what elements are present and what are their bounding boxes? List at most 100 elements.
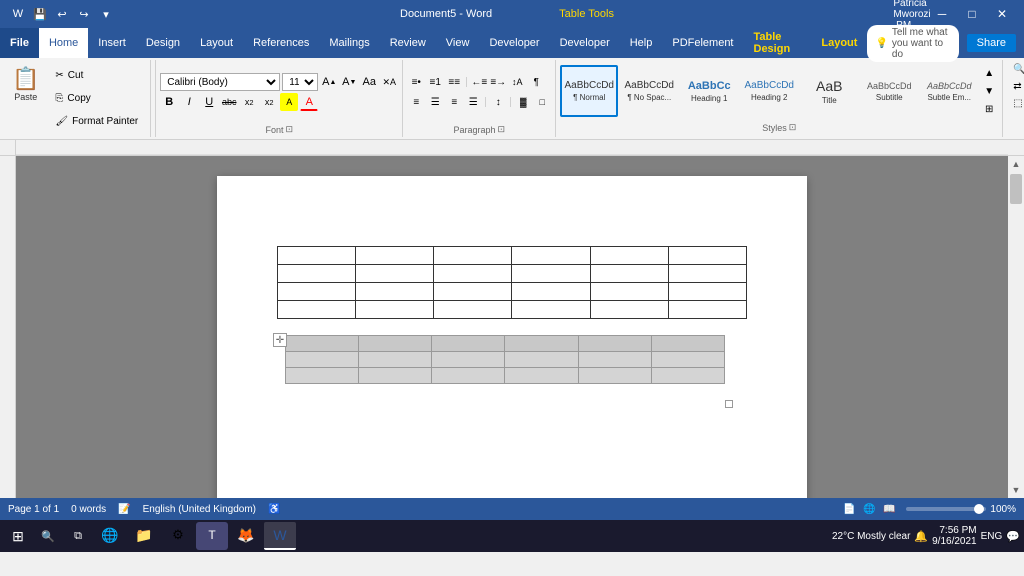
table-cell[interactable]	[432, 352, 505, 368]
menu-layout2[interactable]: Layout	[811, 28, 867, 58]
table-cell[interactable]	[668, 265, 746, 283]
bullets-button[interactable]: ≡•	[407, 73, 425, 91]
clear-format-button[interactable]: ✕A	[380, 73, 398, 91]
styles-down-button[interactable]: ▼	[980, 82, 998, 100]
align-left-button[interactable]: ≡	[407, 93, 425, 111]
style-subtitle[interactable]: AaBbCcDd Subtitle	[860, 65, 918, 117]
table-cell[interactable]	[434, 265, 512, 283]
paragraph-dialog-launcher[interactable]: ⊡	[497, 124, 505, 135]
taskbar-settings[interactable]: ⚙	[162, 522, 194, 550]
menu-layout[interactable]: Layout	[190, 28, 243, 58]
copy-button[interactable]: ⎘ Copy	[49, 91, 144, 106]
table-cell[interactable]	[668, 301, 746, 319]
menu-file[interactable]: File	[0, 28, 39, 58]
table-cell[interactable]	[512, 301, 590, 319]
style-heading1[interactable]: AaBbCc Heading 1	[680, 65, 738, 117]
table-cell[interactable]	[432, 336, 505, 352]
scroll-track[interactable]	[1008, 172, 1024, 482]
table-cell[interactable]	[359, 336, 432, 352]
table-cell[interactable]	[434, 247, 512, 265]
table-cell[interactable]	[434, 301, 512, 319]
taskbar-notification-icon[interactable]: 🔔	[914, 530, 928, 543]
menu-review[interactable]: Review	[380, 28, 436, 58]
underline-button[interactable]: U	[200, 93, 218, 111]
table-cell[interactable]	[590, 265, 668, 283]
cut-button[interactable]: ✂ Cut	[49, 68, 144, 83]
table-cell[interactable]	[359, 352, 432, 368]
scroll-up-button[interactable]: ▲	[1008, 156, 1024, 172]
increase-indent-button[interactable]: ≡→	[489, 73, 507, 91]
redo-button[interactable]: ↪	[74, 4, 94, 24]
table-cell[interactable]	[590, 283, 668, 301]
format-painter-button[interactable]: 🖌 Format Painter	[49, 114, 144, 129]
table-cell[interactable]	[278, 265, 356, 283]
menu-home[interactable]: Home	[39, 28, 88, 58]
menu-view[interactable]: View	[436, 28, 480, 58]
table-cell[interactable]	[505, 336, 578, 352]
borders-button[interactable]: □	[533, 93, 551, 111]
bold-button[interactable]: B	[160, 93, 178, 111]
table-cell[interactable]	[651, 368, 724, 384]
table1[interactable]	[277, 246, 747, 319]
superscript-button[interactable]: x2	[260, 93, 278, 111]
taskbar-edge[interactable]: 🌐	[94, 522, 126, 550]
show-hide-button[interactable]: ¶	[527, 73, 545, 91]
taskbar-explorer[interactable]: 📁	[128, 522, 160, 550]
table-cell[interactable]	[356, 283, 434, 301]
table-cell[interactable]	[278, 301, 356, 319]
start-button[interactable]: ⊞	[4, 522, 32, 550]
case-button[interactable]: Aa	[360, 73, 378, 91]
style-title[interactable]: AaB Title	[800, 65, 858, 117]
decrease-indent-button[interactable]: ←≡	[470, 73, 488, 91]
font-color-button[interactable]: A	[300, 93, 318, 111]
table-cell[interactable]	[590, 247, 668, 265]
table-cell[interactable]	[512, 247, 590, 265]
table-cell[interactable]	[356, 247, 434, 265]
menu-developer2[interactable]: Developer	[550, 28, 620, 58]
tell-me-box[interactable]: 💡 Tell me what you want to do	[867, 25, 958, 62]
print-layout-button[interactable]: 📄	[840, 500, 858, 518]
replace-button[interactable]: ⇄ Replace	[1007, 79, 1024, 94]
table-cell[interactable]	[651, 352, 724, 368]
styles-up-button[interactable]: ▲	[980, 64, 998, 82]
subscript-button[interactable]: x2	[240, 93, 258, 111]
scroll-thumb[interactable]	[1010, 174, 1022, 204]
table-cell[interactable]	[356, 265, 434, 283]
menu-references[interactable]: References	[243, 28, 319, 58]
undo-button[interactable]: ↩	[52, 4, 72, 24]
table-cell[interactable]	[578, 336, 651, 352]
menu-developer[interactable]: Developer	[479, 28, 549, 58]
accessibility-icon[interactable]: ♿	[268, 504, 280, 515]
align-right-button[interactable]: ≡	[445, 93, 463, 111]
table-cell[interactable]	[434, 283, 512, 301]
paste-button[interactable]: 📋 Paste	[4, 62, 47, 106]
table-resize-handle[interactable]	[725, 400, 733, 408]
language-indicator[interactable]: English (United Kingdom)	[143, 504, 256, 515]
style-heading2[interactable]: AaBbCcDd Heading 2	[740, 65, 798, 117]
font-dialog-launcher[interactable]: ⊡	[285, 124, 293, 135]
align-center-button[interactable]: ☰	[426, 93, 444, 111]
table-cell[interactable]	[286, 368, 359, 384]
taskbar-word[interactable]: W	[264, 522, 296, 550]
web-layout-button[interactable]: 🌐	[860, 500, 878, 518]
taskbar-teams[interactable]: T	[196, 522, 228, 550]
table-cell[interactable]	[286, 336, 359, 352]
customize-button[interactable]: ▾	[96, 4, 116, 24]
menu-insert[interactable]: Insert	[88, 28, 136, 58]
select-button[interactable]: ⬚ Select ▾	[1007, 96, 1024, 111]
numbering-button[interactable]: ≡1	[426, 73, 444, 91]
table-cell[interactable]	[359, 368, 432, 384]
shading-button[interactable]: ▓	[514, 93, 532, 111]
zoom-slider[interactable]	[906, 507, 986, 511]
style-subtle-em[interactable]: AaBbCcDd Subtle Em...	[920, 65, 978, 117]
shrink-font-button[interactable]: A▼	[340, 73, 358, 91]
table-cell[interactable]	[356, 301, 434, 319]
table-cell[interactable]	[512, 265, 590, 283]
line-spacing-button[interactable]: ↕	[489, 93, 507, 111]
table-move-handle[interactable]: ✛	[273, 333, 287, 347]
save-button[interactable]: 💾	[30, 4, 50, 24]
font-family-select[interactable]: Calibri (Body)	[160, 73, 280, 91]
multilevel-button[interactable]: ≡≡	[445, 73, 463, 91]
menu-design[interactable]: Design	[136, 28, 190, 58]
styles-expand-button[interactable]: ⊞	[980, 100, 998, 118]
